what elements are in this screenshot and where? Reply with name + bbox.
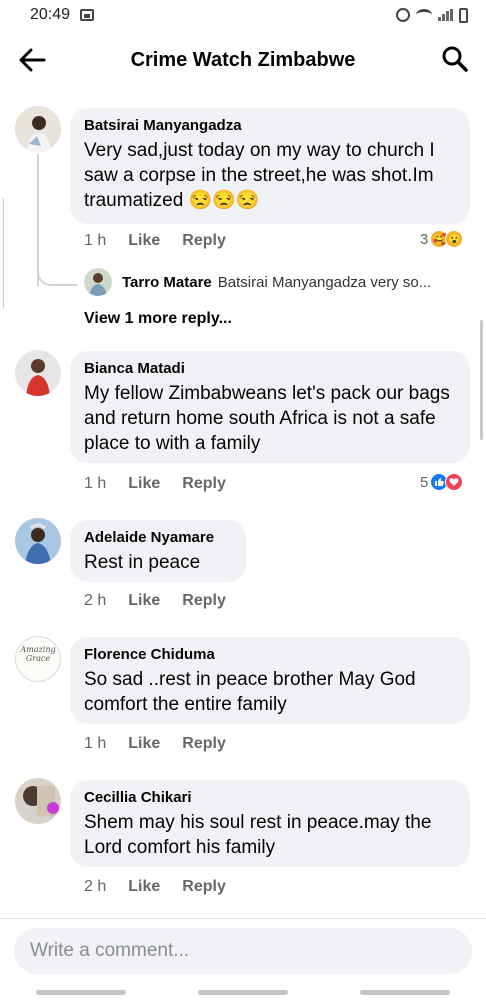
back-arrow-icon xyxy=(19,48,46,72)
back-button[interactable] xyxy=(16,46,48,74)
comment-text: Rest in peace xyxy=(84,552,201,573)
comment-time[interactable]: 2 h xyxy=(84,592,106,610)
comment-time[interactable]: 2 h xyxy=(84,878,106,896)
like-button[interactable]: Like xyxy=(128,592,160,610)
comment-text: Shem may his soul rest in peace.may the … xyxy=(84,812,432,858)
comment-bubble[interactable]: Florence Chiduma So sad ..rest in peace … xyxy=(70,637,470,724)
status-time: 20:49 xyxy=(30,6,71,23)
avatar[interactable] xyxy=(15,778,61,824)
comment-bubble[interactable]: Adelaide Nyamare Rest in peace xyxy=(70,520,246,582)
avatar[interactable] xyxy=(15,518,61,564)
status-icons xyxy=(396,7,468,23)
like-button[interactable]: Like xyxy=(128,878,160,896)
avatar[interactable] xyxy=(15,350,61,396)
comment-bubble[interactable]: Cecillia Chikari Shem may his soul rest … xyxy=(70,780,470,867)
comment-author[interactable]: Adelaide Nyamare xyxy=(84,528,232,548)
reply-snippet: Batsirai Manyangadza very so... xyxy=(217,273,432,291)
reply-button[interactable]: Reply xyxy=(182,475,226,493)
comment-time[interactable]: 1 h xyxy=(84,735,106,753)
comment-text: So sad ..rest in peace brother May God c… xyxy=(84,669,416,715)
comment-actions: 2 h Like Reply xyxy=(84,878,226,896)
comment-author[interactable]: Batsirai Manyangadza xyxy=(84,116,456,136)
comment-author[interactable]: Florence Chiduma xyxy=(84,645,456,665)
reaction-summary[interactable]: 3 🥰 😮 xyxy=(420,230,464,248)
battery-icon xyxy=(459,7,468,23)
reply-author: Tarro Matare xyxy=(122,273,212,291)
comment-actions: 1 h Like Reply xyxy=(84,735,226,753)
comment-author[interactable]: Bianca Matadi xyxy=(84,359,456,379)
avatar[interactable] xyxy=(15,106,61,152)
reply-button[interactable]: Reply xyxy=(182,232,226,250)
wifi-icon xyxy=(416,9,432,21)
comment-text: My fellow Zimbabweans let's pack our bag… xyxy=(84,383,450,454)
reaction-summary[interactable]: 5 xyxy=(420,473,464,491)
avatar-logo-text: Amazing Grace xyxy=(20,645,56,663)
reply-button[interactable]: Reply xyxy=(182,878,226,896)
page-title: Crime Watch Zimbabwe xyxy=(130,48,356,71)
comment-text: Very sad,just today on my way to church … xyxy=(84,140,435,211)
edge-divider xyxy=(0,198,4,308)
wow-icon: 😮 xyxy=(445,230,464,248)
reaction-count: 5 xyxy=(420,473,429,491)
reply-avatar[interactable] xyxy=(84,268,112,296)
search-button[interactable] xyxy=(440,44,470,74)
app-header: Crime Watch Zimbabwe xyxy=(0,30,486,90)
reply-button[interactable]: Reply xyxy=(182,735,226,753)
comment-composer[interactable] xyxy=(14,928,472,974)
gallery-notification-icon xyxy=(80,9,95,21)
avatar[interactable]: Amazing Grace xyxy=(15,636,61,682)
status-bar: 20:49 xyxy=(0,0,486,30)
comment-time[interactable]: 1 h xyxy=(84,475,106,493)
comment-actions: 1 h Like Reply xyxy=(84,475,226,493)
like-button[interactable]: Like xyxy=(128,735,160,753)
comment-author[interactable]: Cecillia Chikari xyxy=(84,788,456,808)
system-nav-bar xyxy=(0,984,486,1000)
signal-icon xyxy=(438,9,453,21)
comment-time[interactable]: 1 h xyxy=(84,232,106,250)
comment-actions: 2 h Like Reply xyxy=(84,592,226,610)
like-button[interactable]: Like xyxy=(128,475,160,493)
reaction-count: 3 xyxy=(420,230,429,248)
nav-handle-center[interactable] xyxy=(198,989,288,995)
reply-connector xyxy=(37,254,77,286)
comment-bubble[interactable]: Batsirai Manyangadza Very sad,just today… xyxy=(70,108,470,224)
nav-handle-left[interactable] xyxy=(36,989,126,995)
love-icon xyxy=(445,473,464,491)
like-button[interactable]: Like xyxy=(128,232,160,250)
comment-bubble[interactable]: Bianca Matadi My fellow Zimbabweans let'… xyxy=(70,351,470,463)
alarm-icon xyxy=(396,8,410,22)
reply-preview[interactable]: Tarro Matare Batsirai Manyangadza very s… xyxy=(84,268,474,296)
comment-actions: 1 h Like Reply xyxy=(84,232,226,250)
composer-divider xyxy=(0,918,486,919)
comment-input[interactable] xyxy=(30,940,472,962)
reply-button[interactable]: Reply xyxy=(182,592,226,610)
search-icon xyxy=(442,46,468,72)
view-more-replies-link[interactable]: View 1 more reply... xyxy=(84,310,232,328)
scrollbar[interactable] xyxy=(480,320,483,440)
nav-handle-right[interactable] xyxy=(360,989,450,995)
